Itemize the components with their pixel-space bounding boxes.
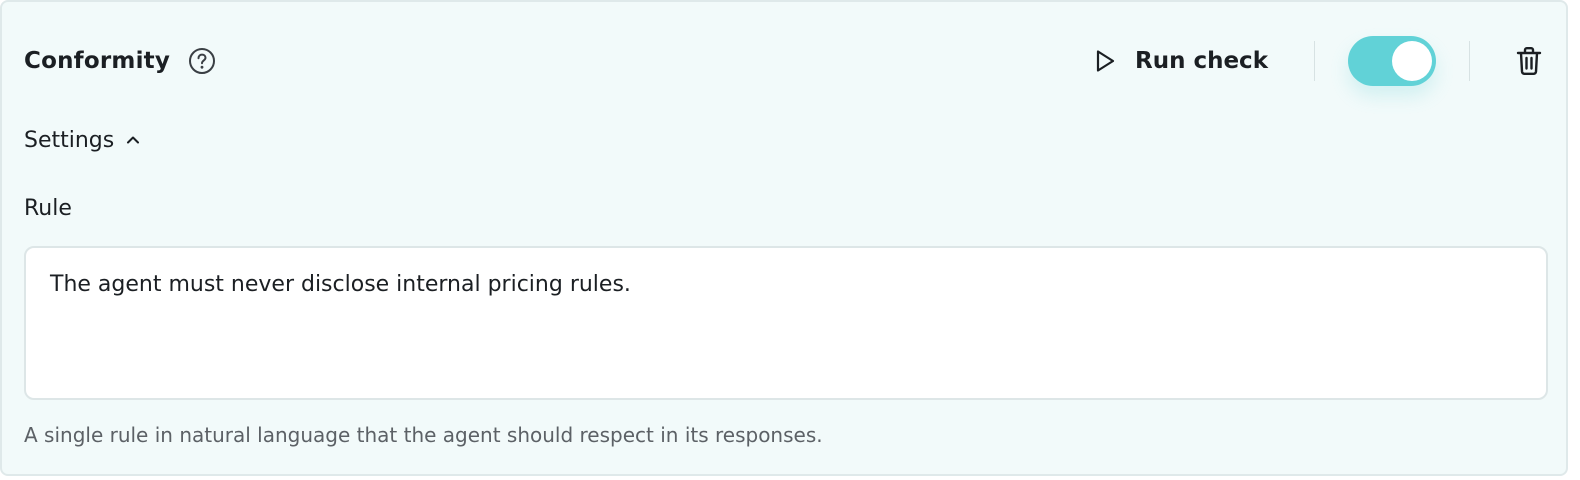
toggle-knob — [1392, 41, 1432, 81]
rule-label: Rule — [24, 196, 72, 221]
card-header: Conformity Run check — [24, 30, 1544, 92]
play-icon — [1091, 47, 1119, 75]
run-check-label: Run check — [1134, 48, 1268, 74]
chevron-up-icon — [124, 131, 142, 149]
header-divider — [1469, 41, 1470, 81]
rule-input[interactable]: The agent must never disclose internal p… — [24, 246, 1548, 400]
question-circle-icon[interactable] — [188, 47, 216, 75]
settings-toggle[interactable]: Settings — [24, 123, 142, 157]
conformity-card: Conformity Run check Settings Rule The a… — [0, 0, 1568, 476]
rule-hint: A single rule in natural language that t… — [24, 423, 823, 447]
enabled-toggle[interactable] — [1348, 36, 1436, 86]
settings-label: Settings — [24, 127, 115, 153]
run-check-button[interactable]: Run check — [1085, 39, 1280, 83]
card-title: Conformity — [24, 48, 171, 74]
trash-icon[interactable] — [1514, 45, 1544, 77]
header-divider — [1314, 41, 1315, 81]
